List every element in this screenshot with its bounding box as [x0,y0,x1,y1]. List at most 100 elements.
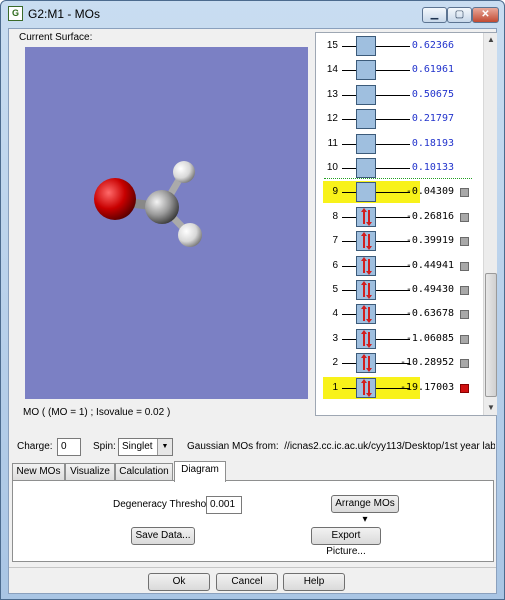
spin-up-arrow-icon [361,329,367,346]
hydrogen-atom [178,223,202,247]
mo-energy: -10.28952 [400,357,455,369]
mo-energy: -1.06085 [405,332,454,344]
spin-down-arrow-icon [366,356,372,373]
orbital-box[interactable] [356,231,376,252]
spin-select-value: Singlet [122,441,153,452]
current-surface-label: Current Surface: [19,32,93,43]
mo-row[interactable]: 12 0.21797 [316,108,481,132]
mo-row[interactable]: 15 0.62366 [316,35,481,59]
dialog-client-area: Current Surface: MO ( (MO = 1) ; Isovalu… [8,28,497,594]
spin-select[interactable]: Singlet ▼ [118,438,173,456]
gaussview-app-icon: G [8,6,23,21]
orbital-box[interactable] [356,328,376,349]
mo-energy-diagram[interactable]: 15 0.62366 14 0.61961 13 0.50675 12 0.21797 11 0.… [315,32,497,416]
mo-number: 7 [332,235,338,247]
chevron-down-icon: ▾ [362,514,368,525]
title-bar[interactable]: G G2:M1 - MOs ▁ ▢ ✕ [1,1,504,27]
source-path: //icnas2.cc.ic.ac.uk/cyy113/Desktop/1st … [284,441,495,452]
tab-diagram[interactable]: Diagram [174,461,226,482]
spin-down-arrow-icon [366,283,372,299]
mo-row[interactable]: 7 -0.39919 [316,230,481,254]
spin-down-arrow-icon [366,258,372,275]
orbital-box[interactable] [356,255,376,276]
close-button[interactable]: ✕ [472,7,499,23]
orbital-box[interactable] [356,353,376,374]
tab-new-mos[interactable]: New MOs [12,463,65,481]
help-button[interactable]: Help [283,573,345,591]
mo-number: 3 [332,332,338,344]
charge-input[interactable]: 0 [57,438,81,456]
degeneracy-threshold-label: Degeneracy Threshold: [113,499,217,510]
orbital-box[interactable] [356,377,376,398]
molecule-render [94,161,202,247]
spin-label: Spin: [93,441,116,452]
scroll-up-arrow-icon[interactable]: ▲ [484,33,498,47]
mo-row[interactable]: 8 -0.26816 [316,206,481,230]
spin-up-arrow-icon [361,305,367,322]
mo-energy: -0.39919 [405,235,454,247]
maximize-button[interactable]: ▢ [447,7,472,23]
orbital-box[interactable] [356,304,376,325]
orbital-box[interactable] [356,206,376,227]
mo-energy: 0.62366 [411,40,454,51]
orbital-box[interactable] [356,133,376,154]
mo-number: 8 [332,210,338,222]
cancel-button[interactable]: Cancel [216,573,278,591]
tab-calculation[interactable]: Calculation [115,463,173,481]
charge-spin-row: Charge: 0 Spin: Singlet ▼ Gaussian MOs f… [17,437,495,459]
mo-row[interactable]: 6 -0.44941 [316,255,481,279]
mo-select-checkbox[interactable] [460,334,469,344]
mo-select-checkbox[interactable] [460,310,469,320]
spin-up-arrow-icon [361,207,367,224]
mo-select-checkbox[interactable] [460,237,469,247]
ok-button[interactable]: Ok [148,573,210,591]
tab-visualize[interactable]: Visualize [65,463,115,481]
mo-row[interactable]: 14 0.61961 [316,59,481,83]
mo-select-checkbox[interactable] [460,383,469,393]
mo-number: 1 [332,381,338,393]
export-picture-button[interactable]: Export Picture... [311,527,381,557]
mo-number: 4 [332,308,338,320]
mo-row[interactable]: 11 0.18193 [316,133,481,157]
orbital-box[interactable] [356,182,376,203]
scroll-down-arrow-icon[interactable]: ▼ [484,401,498,415]
mo-number: 13 [326,88,338,100]
mo-row[interactable]: 2 -10.28952 [316,352,481,376]
orbital-box[interactable] [356,109,376,130]
mo-row[interactable]: 5 -0.49430 [316,279,481,303]
chevron-down-icon[interactable]: ▼ [157,439,172,455]
orbital-box[interactable] [356,84,376,105]
mo-number: 14 [326,64,338,76]
mo-energy: 0.61961 [411,64,454,76]
mo-energy: 0.50675 [411,88,454,100]
degeneracy-threshold-input[interactable]: 0.001 [206,496,242,514]
orbital-box[interactable] [356,280,376,300]
mo-number: 12 [326,113,338,125]
molecule-viewport[interactable] [25,47,308,399]
mo-select-checkbox[interactable] [460,212,469,222]
mo-row[interactable]: 4 -0.63678 [316,303,481,327]
oxygen-atom [94,178,136,220]
mo-row[interactable]: 1 -19.17003 [316,376,481,401]
mo-select-checkbox[interactable] [460,359,469,369]
spin-down-arrow-icon [366,234,372,251]
save-data-button[interactable]: Save Data... [131,527,195,545]
orbital-box[interactable] [356,60,376,81]
orbital-box[interactable] [356,36,376,56]
mo-select-checkbox[interactable] [460,261,469,271]
scroll-thumb[interactable] [485,273,497,397]
mo-row[interactable]: 13 0.50675 [316,84,481,108]
mo-row[interactable]: 3 -1.06085 [316,328,481,352]
arrange-mos-button[interactable]: Arrange MOs ▾ [331,495,399,525]
mo-row[interactable]: 9 -0.04309 [316,181,481,205]
minimize-button[interactable]: ▁ [422,7,447,23]
orbital-box[interactable] [356,158,376,178]
mo-energy: -0.44941 [405,259,454,271]
mo-select-checkbox[interactable] [460,286,469,295]
mo-number: 2 [332,357,338,369]
spin-up-arrow-icon [361,354,367,371]
mo-window: G G2:M1 - MOs ▁ ▢ ✕ Current Surface: MO … [0,0,505,600]
mo-list-scrollbar[interactable]: ▲ ▼ [483,33,497,415]
mo-energy: -0.49430 [405,284,454,295]
mo-select-checkbox[interactable] [460,188,469,198]
